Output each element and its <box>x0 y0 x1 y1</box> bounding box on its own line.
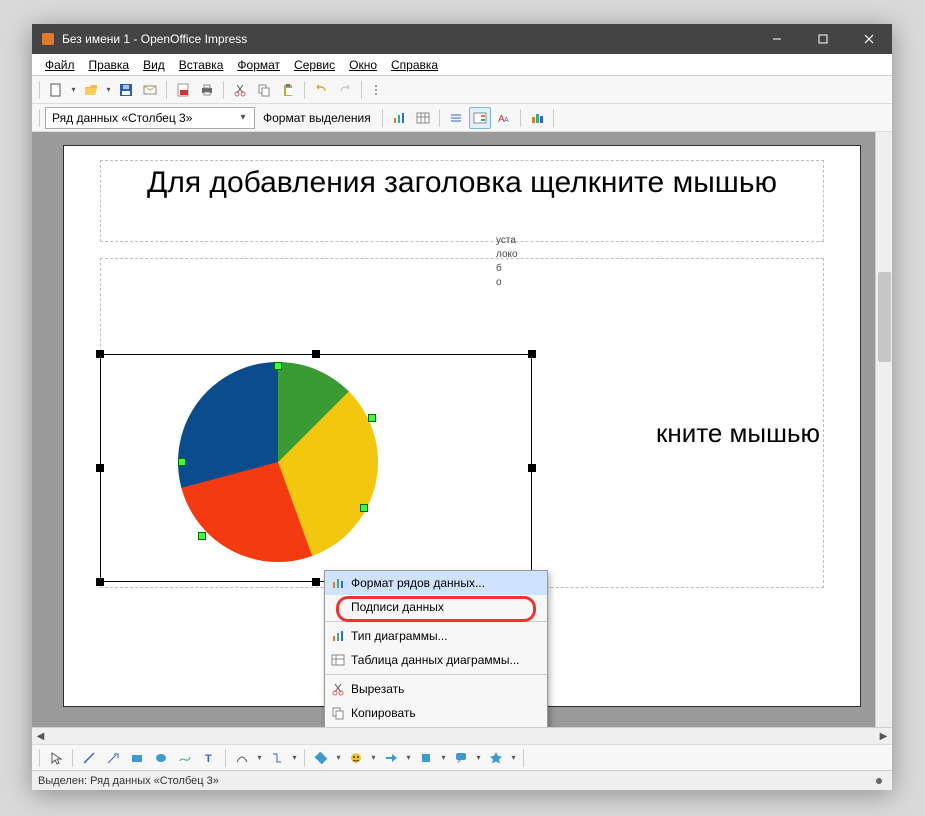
chevron-down-icon: ▾ <box>236 112 250 123</box>
svg-text:A: A <box>504 117 509 124</box>
title-placeholder[interactable]: Для добавления заголовка щелкните мышью <box>100 160 824 242</box>
pie-chart[interactable] <box>178 362 378 562</box>
menu-format[interactable]: Формат <box>230 58 287 72</box>
series-icon <box>325 576 351 590</box>
content-hint-text: кните мышью <box>656 418 820 449</box>
save-icon[interactable] <box>115 79 137 101</box>
context-menu: Формат рядов данных... Подписи данных Ти… <box>324 570 548 727</box>
menu-help[interactable]: Справка <box>384 58 445 72</box>
combo-value: Ряд данных «Столбец 3» <box>52 111 236 125</box>
menu-window[interactable]: Окно <box>342 58 384 72</box>
menu-file[interactable]: Файл <box>38 58 82 72</box>
minimize-button[interactable] <box>754 24 800 54</box>
chart-type-icon[interactable] <box>388 107 410 129</box>
stars-icon[interactable] <box>485 747 507 769</box>
titlebar: Без имени 1 - OpenOffice Impress <box>32 24 892 54</box>
legend-icon[interactable] <box>469 107 491 129</box>
chart-object[interactable] <box>100 354 532 582</box>
standard-toolbar: ▾ ▾ <box>32 76 892 104</box>
export-pdf-icon[interactable] <box>172 79 194 101</box>
open-dropdown[interactable]: ▾ <box>104 85 113 94</box>
freeform-icon[interactable] <box>174 747 196 769</box>
block-arrows-icon[interactable] <box>380 747 402 769</box>
vertical-scrollbar[interactable] <box>875 132 892 727</box>
undo-icon[interactable] <box>310 79 332 101</box>
window-title: Без имени 1 - OpenOffice Impress <box>62 32 754 46</box>
menu-view[interactable]: Вид <box>136 58 172 72</box>
ctx-format-series[interactable]: Формат рядов данных... <box>325 571 547 595</box>
menubar: Файл Правка Вид Вставка Формат Сервис Ок… <box>32 54 892 76</box>
flowchart-icon[interactable] <box>415 747 437 769</box>
ctx-paste[interactable]: Вставить <box>325 725 547 727</box>
callout-icon[interactable] <box>450 747 472 769</box>
scale-text-icon[interactable]: AA <box>493 107 515 129</box>
redo-icon[interactable] <box>334 79 356 101</box>
menu-tools[interactable]: Сервис <box>287 58 342 72</box>
ctx-data-labels[interactable]: Подписи данных <box>325 595 547 619</box>
app-icon <box>40 31 56 47</box>
curve-icon[interactable] <box>231 747 253 769</box>
drawing-toolbar: T ▾ ▾ ▾ ▾ ▾ ▾ ▾ ▾ <box>32 744 892 770</box>
open-icon[interactable] <box>80 79 102 101</box>
ctx-chart-type[interactable]: Тип диаграммы... <box>325 624 547 648</box>
formatting-toolbar: Ряд данных «Столбец 3» ▾ Формат выделени… <box>32 104 892 132</box>
pie-handle[interactable] <box>360 504 368 512</box>
pie-handle[interactable] <box>178 458 186 466</box>
element-selector-combo[interactable]: Ряд данных «Столбец 3» ▾ <box>45 107 255 129</box>
text-icon[interactable]: T <box>198 747 220 769</box>
line-icon[interactable] <box>78 747 100 769</box>
pointer-icon[interactable] <box>45 747 67 769</box>
status-bar: Выделен: Ряд данных «Столбец 3» <box>32 770 892 790</box>
app-window: Без имени 1 - OpenOffice Impress Файл Пр… <box>32 24 892 790</box>
print-icon[interactable] <box>196 79 218 101</box>
menu-insert[interactable]: Вставка <box>172 58 231 72</box>
svg-text:T: T <box>205 753 212 765</box>
copy-icon[interactable] <box>253 79 275 101</box>
rectangle-icon[interactable] <box>126 747 148 769</box>
pie-handle[interactable] <box>198 532 206 540</box>
maximize-button[interactable] <box>800 24 846 54</box>
status-indicator <box>876 778 882 784</box>
cut-icon <box>325 682 351 696</box>
toolbar-grip-icon[interactable] <box>367 79 389 101</box>
new-doc-icon[interactable] <box>45 79 67 101</box>
copy-icon <box>325 706 351 720</box>
menu-edit[interactable]: Правка <box>82 58 137 72</box>
ctx-cut[interactable]: Вырезать <box>325 677 547 701</box>
chart-type-icon <box>325 629 351 643</box>
ctx-copy[interactable]: Копировать <box>325 701 547 725</box>
connector-icon[interactable] <box>266 747 288 769</box>
work-area: Для добавления заголовка щелкните мышью … <box>32 132 892 727</box>
table-icon <box>325 653 351 667</box>
pie-handle[interactable] <box>368 414 376 422</box>
paste-icon[interactable] <box>277 79 299 101</box>
hgrid-icon[interactable] <box>445 107 467 129</box>
mail-icon[interactable] <box>139 79 161 101</box>
arrange-icon[interactable] <box>526 107 548 129</box>
close-button[interactable] <box>846 24 892 54</box>
ctx-data-table[interactable]: Таблица данных диаграммы... <box>325 648 547 672</box>
chart-legend-fragment: уста локо б о <box>496 234 518 290</box>
symbol-shapes-icon[interactable] <box>345 747 367 769</box>
new-doc-dropdown[interactable]: ▾ <box>69 85 78 94</box>
arrow-line-icon[interactable] <box>102 747 124 769</box>
data-table-icon[interactable] <box>412 107 434 129</box>
format-selection-button[interactable]: Формат выделения <box>257 111 377 125</box>
cut-icon[interactable] <box>229 79 251 101</box>
basic-shapes-icon[interactable] <box>310 747 332 769</box>
horizontal-scrollbar[interactable]: ◀▶ <box>32 727 892 744</box>
ellipse-icon[interactable] <box>150 747 172 769</box>
pie-handle[interactable] <box>274 362 282 370</box>
status-text: Выделен: Ряд данных «Столбец 3» <box>38 775 219 787</box>
